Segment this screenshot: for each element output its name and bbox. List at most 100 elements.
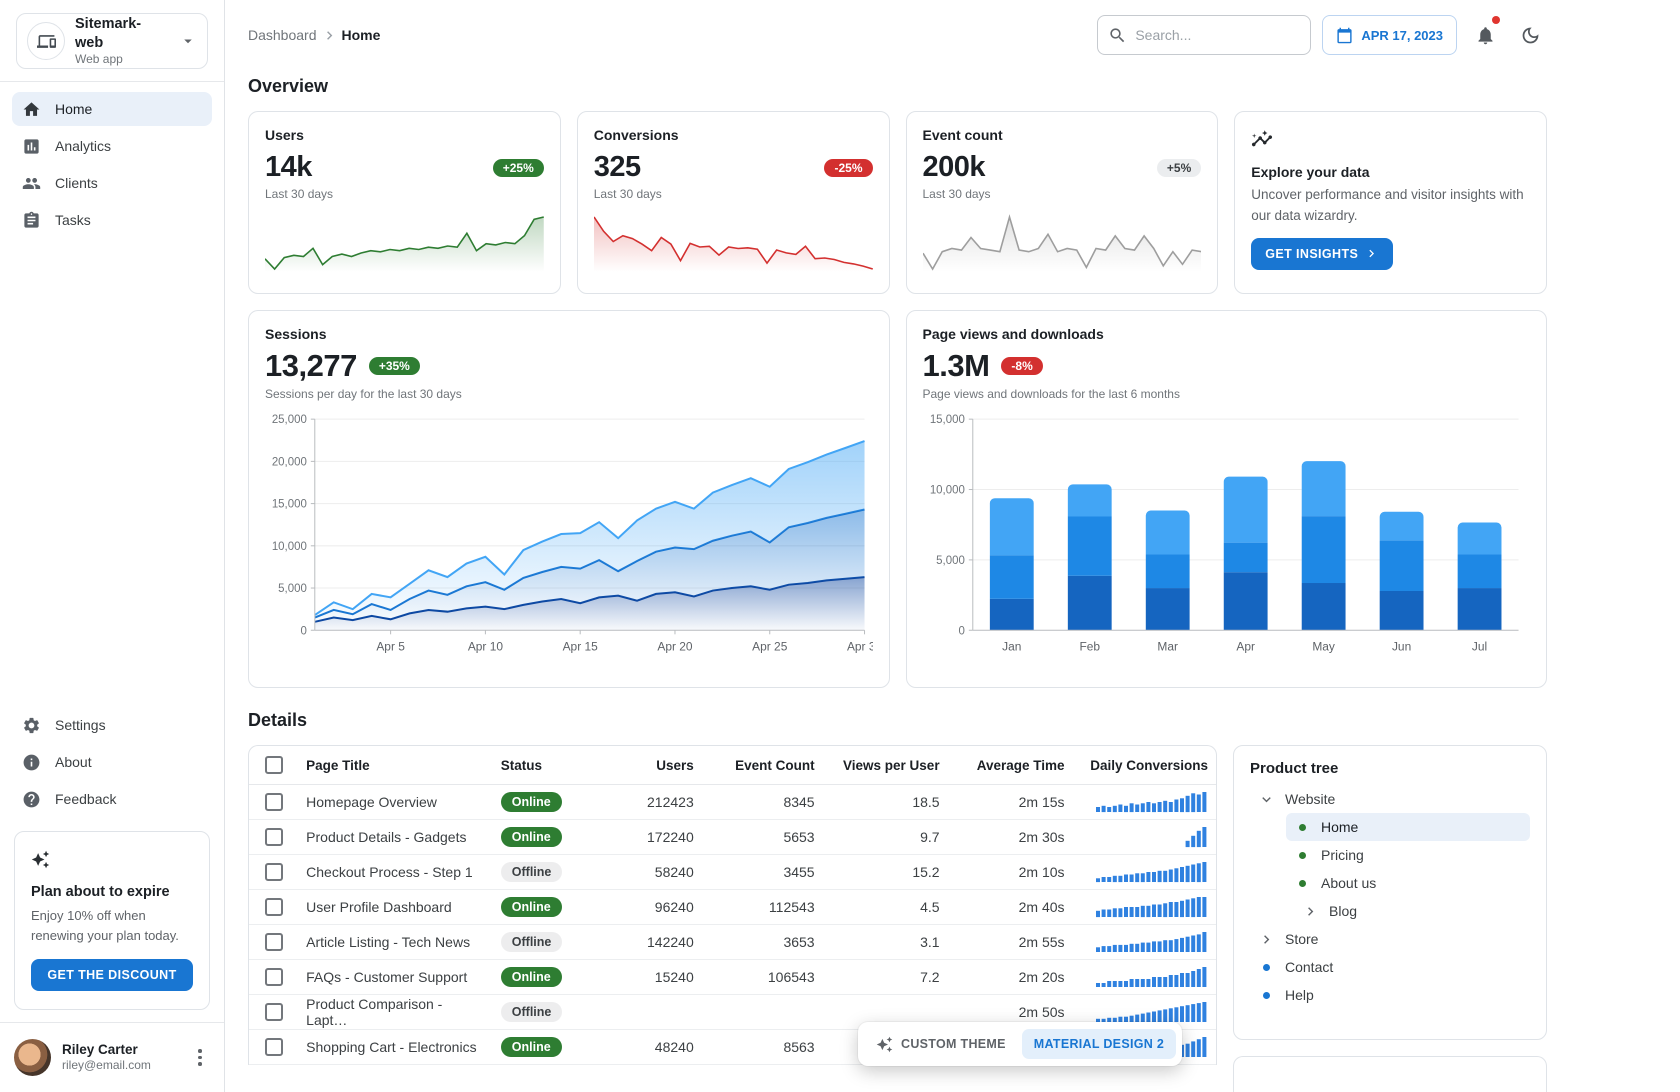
row-checkbox[interactable] — [265, 898, 283, 916]
table-header-row: Page TitleStatusUsersEvent CountViews pe… — [249, 746, 1216, 785]
stat-card-caption: Last 30 days — [265, 187, 544, 201]
tree-item-home[interactable]: Home — [1286, 813, 1530, 841]
notifications-button[interactable] — [1468, 18, 1502, 52]
status-badge: Online — [501, 897, 562, 917]
topbar: Dashboard Home APR 17, 2023 — [248, 8, 1547, 62]
people-icon — [22, 174, 41, 193]
tree-item-about-us[interactable]: About us — [1286, 869, 1530, 897]
sessions-value: 13,277 — [265, 348, 357, 384]
svg-text:Apr 10: Apr 10 — [468, 639, 503, 653]
row-checkbox[interactable] — [265, 793, 283, 811]
svg-text:15,000: 15,000 — [929, 414, 964, 426]
custom-theme-option[interactable]: CUSTOM THEME — [864, 1028, 1018, 1061]
tree-item-store[interactable]: Store — [1250, 925, 1530, 953]
svg-text:May: May — [1312, 639, 1335, 653]
get-insights-button[interactable]: GET INSIGHTS — [1251, 238, 1393, 270]
breadcrumb-dashboard[interactable]: Dashboard — [248, 27, 317, 43]
svg-text:Apr 25: Apr 25 — [752, 639, 787, 653]
pageviews-title: Page views and downloads — [923, 326, 1531, 342]
sessions-title: Sessions — [265, 326, 873, 342]
page-title-cell: Product Details - Gadgets — [298, 820, 493, 855]
column-header[interactable]: Event Count — [702, 746, 823, 785]
sidebar-item-tasks[interactable]: Tasks — [12, 203, 212, 237]
svg-text:0: 0 — [958, 625, 964, 637]
column-header[interactable]: Average Time — [948, 746, 1073, 785]
table-row[interactable]: Homepage OverviewOnline212423834518.52m … — [249, 785, 1216, 820]
tree-dot-icon — [1263, 992, 1270, 999]
tree-dot-icon — [1299, 880, 1306, 887]
get-discount-button[interactable]: GET THE DISCOUNT — [31, 959, 193, 991]
trend-chip: -8% — [1001, 357, 1042, 375]
tree-item-contact[interactable]: Contact — [1250, 953, 1530, 981]
table-row[interactable]: FAQs - Customer SupportOnline15240106543… — [249, 960, 1216, 995]
status-badge: Online — [501, 792, 562, 812]
svg-text:Jul: Jul — [1471, 639, 1486, 653]
row-checkbox[interactable] — [265, 933, 283, 951]
users-cell: 15240 — [591, 960, 702, 995]
sidebar-item-home[interactable]: Home — [12, 92, 212, 126]
row-checkbox[interactable] — [265, 1038, 283, 1056]
page-title-cell: Article Listing - Tech News — [298, 925, 493, 960]
date-picker-button[interactable]: APR 17, 2023 — [1322, 15, 1457, 55]
sidebar-item-feedback[interactable]: Feedback — [12, 782, 212, 816]
column-header[interactable]: Daily Conversions — [1073, 746, 1216, 785]
sidebar-primary-nav: Home Analytics ClientsTasks — [0, 92, 224, 240]
row-checkbox[interactable] — [265, 828, 283, 846]
devices-icon — [27, 22, 65, 60]
product-tree-card: Product tree WebsiteHomePricingAbout usB… — [1233, 745, 1547, 1040]
status-badge: Offline — [501, 932, 563, 952]
stat-card-caption: Last 30 days — [594, 187, 873, 201]
sidebar-item-clients[interactable]: Clients — [12, 166, 212, 200]
sidebar-item-settings[interactable]: Settings — [12, 708, 212, 742]
table-row[interactable]: User Profile DashboardOnline962401125434… — [249, 890, 1216, 925]
stat-card-value: 325 — [594, 151, 641, 184]
svg-text:10,000: 10,000 — [272, 541, 307, 553]
tree-item-pricing[interactable]: Pricing — [1286, 841, 1530, 869]
search-input[interactable] — [1135, 27, 1300, 43]
tree-item-label: Help — [1285, 987, 1314, 1003]
column-header[interactable]: Views per User — [823, 746, 948, 785]
users-cell: 58240 — [591, 855, 702, 890]
status-badge: Online — [501, 1037, 562, 1057]
sidebar-item-about[interactable]: About — [12, 745, 212, 779]
column-header[interactable]: Users — [591, 746, 702, 785]
stat-cards-row: Users14k+25%Last 30 daysConversions325-2… — [248, 111, 1547, 294]
sparkle-icon — [876, 1036, 893, 1053]
sidebar-item-analytics[interactable]: Analytics — [12, 129, 212, 163]
material-design-2-option[interactable]: MATERIAL DESIGN 2 — [1022, 1029, 1176, 1059]
average-time-cell: 2m 40s — [948, 890, 1073, 925]
column-header[interactable]: Page Title — [298, 746, 493, 785]
daily-conversions-sparkline — [1073, 960, 1216, 995]
views-per-user-cell: 18.5 — [823, 785, 948, 820]
sidebar-item-label: Analytics — [55, 138, 111, 154]
column-header[interactable]: Status — [493, 746, 591, 785]
tree-item-label: Website — [1285, 791, 1335, 807]
row-checkbox[interactable] — [265, 1003, 283, 1021]
table-row[interactable]: Checkout Process - Step 1Offline58240345… — [249, 855, 1216, 890]
explore-data-title: Explore your data — [1251, 164, 1530, 180]
stat-card-title: Users — [265, 127, 544, 143]
row-checkbox[interactable] — [265, 863, 283, 881]
user-menu-button[interactable] — [190, 1046, 210, 1070]
svg-text:20,000: 20,000 — [272, 456, 307, 468]
tree-item-blog[interactable]: Blog — [1294, 897, 1530, 925]
tree-item-label: About us — [1321, 875, 1376, 891]
users-cell — [591, 995, 702, 1030]
workspace-selector[interactable]: Sitemark-web Web app — [16, 13, 208, 69]
table-row[interactable]: Article Listing - Tech NewsOffline142240… — [249, 925, 1216, 960]
sessions-area-chart: 05,00010,00015,00020,00025,000Apr 5Apr 1… — [265, 409, 873, 681]
dark-mode-toggle[interactable] — [1513, 18, 1547, 52]
stat-card-sparkline — [265, 214, 544, 272]
svg-text:Apr 20: Apr 20 — [657, 639, 692, 653]
tree-item-help[interactable]: Help — [1250, 981, 1530, 1009]
user-row: Riley Carter riley@email.com — [0, 1022, 224, 1092]
select-all-checkbox[interactable] — [265, 756, 283, 774]
table-row[interactable]: Product Details - GadgetsOnline172240565… — [249, 820, 1216, 855]
moon-icon — [1520, 25, 1541, 46]
average-time-cell: 2m 30s — [948, 820, 1073, 855]
svg-text:10,000: 10,000 — [929, 484, 964, 496]
sessions-caption: Sessions per day for the last 30 days — [265, 387, 873, 401]
stat-card-sparkline — [594, 214, 873, 272]
tree-item-website[interactable]: Website — [1250, 785, 1530, 813]
row-checkbox[interactable] — [265, 968, 283, 986]
